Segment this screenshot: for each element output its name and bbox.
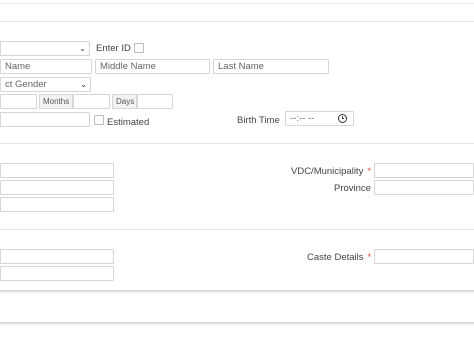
first-name-input[interactable]: Name — [0, 59, 92, 74]
province-label: Province — [334, 183, 371, 194]
gender-select-value: ct Gender — [5, 79, 47, 90]
province-input[interactable] — [374, 180, 474, 195]
caste-details-input[interactable] — [374, 249, 474, 264]
age-months-input[interactable] — [73, 94, 110, 109]
caste-details-label: Caste Details * — [307, 252, 371, 263]
chevron-down-icon: ⌄ — [80, 80, 87, 89]
address-field-1[interactable] — [0, 163, 114, 178]
vdc-label-text: VDC/Municipality — [291, 166, 364, 177]
caste-required-mark: * — [367, 252, 372, 263]
months-label: Months — [39, 94, 73, 109]
address-field-2[interactable] — [0, 180, 114, 195]
card-bottom-edge — [0, 290, 474, 293]
chevron-down-icon: ⌄ — [79, 44, 86, 53]
birth-time-label: Birth Time — [237, 115, 280, 126]
birth-time-value: --:-- -- — [290, 113, 315, 124]
vdc-municipality-input[interactable] — [374, 163, 474, 178]
vdc-required-mark: * — [367, 166, 372, 177]
age-years-input[interactable] — [0, 94, 37, 109]
gender-select[interactable]: ct Gender ⌄ — [0, 77, 91, 92]
first-name-placeholder: Name — [5, 61, 31, 72]
last-name-input[interactable]: Last Name — [213, 59, 329, 74]
section-divider-1 — [0, 21, 474, 22]
enter-id-checkbox[interactable] — [134, 43, 144, 53]
section-divider-2 — [0, 143, 474, 144]
caste-field-1[interactable] — [0, 249, 114, 264]
last-name-placeholder: Last Name — [218, 61, 264, 72]
age-days-input[interactable] — [137, 94, 173, 109]
middle-name-placeholder: Middle Name — [100, 61, 156, 72]
middle-name-input[interactable]: Middle Name — [95, 59, 210, 74]
days-label: Days — [112, 94, 137, 109]
enter-id-label: Enter ID — [96, 43, 131, 54]
card-bottom-edge-2 — [0, 322, 474, 325]
caste-label-text: Caste Details — [307, 252, 364, 263]
address-field-3[interactable] — [0, 197, 114, 212]
birth-time-input[interactable]: --:-- -- — [285, 111, 354, 126]
top-divider — [0, 3, 474, 4]
id-type-select[interactable]: ⌄ — [0, 41, 90, 56]
dob-input[interactable] — [0, 112, 90, 127]
estimated-label: Estimated — [107, 117, 150, 128]
vdc-label: VDC/Municipality * — [291, 166, 371, 177]
section-divider-3 — [0, 229, 474, 230]
caste-field-2[interactable] — [0, 266, 114, 281]
clock-icon[interactable] — [338, 114, 347, 123]
estimated-checkbox[interactable] — [94, 115, 104, 125]
